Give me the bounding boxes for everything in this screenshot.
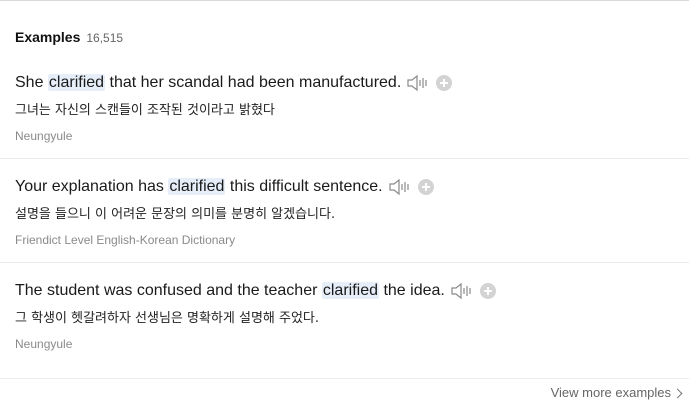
- add-to-wordbook-icon[interactable]: [479, 283, 496, 299]
- example-sentence-row: She clarified that her scandal had been …: [15, 71, 689, 95]
- example-item: The student was confused and the teacher…: [0, 263, 689, 367]
- example-sentence: She clarified that her scandal had been …: [15, 74, 401, 92]
- example-translation: 설명을 들으니 이 어려운 문장의 의미를 분명히 알겠습니다.: [15, 207, 336, 222]
- highlighted-word: clarified: [47, 74, 106, 91]
- examples-count: 16,515: [86, 31, 124, 45]
- chevron-right-icon: [672, 388, 683, 398]
- example-translation: 그 학생이 헷갈려하자 선생님은 명확하게 설명해 주었다.: [15, 311, 320, 326]
- example-sentence: Your explanation has clarified this diff…: [15, 178, 383, 196]
- top-divider: [0, 0, 689, 1]
- example-item: She clarified that her scandal had been …: [0, 55, 689, 159]
- speaker-icon[interactable]: [388, 177, 411, 197]
- example-translation: 그녀는 자신의 스캔들이 조작된 것이라고 밝혔다: [15, 103, 275, 118]
- view-more-label: View more examples: [550, 385, 671, 400]
- example-source: Neungyule: [15, 129, 73, 143]
- example-sentence: The student was confused and the teacher…: [15, 282, 445, 300]
- sentence-text-before: She: [15, 74, 48, 91]
- highlighted-word: clarified: [168, 178, 226, 195]
- highlighted-word: clarified: [321, 282, 380, 299]
- sentence-text-after: this difficult sentence.: [225, 178, 383, 195]
- example-source: Neungyule: [15, 337, 73, 351]
- view-more-examples-link[interactable]: View more examples: [550, 385, 683, 400]
- sentence-text-before: Your explanation has: [15, 178, 169, 195]
- example-source: Friendict Level English-Korean Dictionar…: [15, 233, 236, 247]
- example-sentence-row: The student was confused and the teacher…: [15, 279, 689, 303]
- example-sentence-row: Your explanation has clarified this diff…: [15, 175, 689, 199]
- examples-header: Examples 16,515: [15, 29, 123, 45]
- speaker-icon[interactable]: [451, 281, 473, 301]
- example-item: Your explanation has clarified this diff…: [0, 159, 689, 263]
- sentence-text-after: the idea.: [379, 282, 445, 299]
- examples-title: Examples: [15, 29, 81, 45]
- add-to-wordbook-icon[interactable]: [436, 75, 453, 91]
- sentence-text-before: The student was confused and the teacher: [15, 282, 322, 299]
- speaker-icon[interactable]: [407, 73, 429, 93]
- add-to-wordbook-icon[interactable]: [417, 179, 434, 195]
- examples-list: She clarified that her scandal had been …: [0, 55, 689, 367]
- footer-divider: [0, 378, 689, 379]
- sentence-text-after: that her scandal had been manufactured.: [105, 74, 402, 91]
